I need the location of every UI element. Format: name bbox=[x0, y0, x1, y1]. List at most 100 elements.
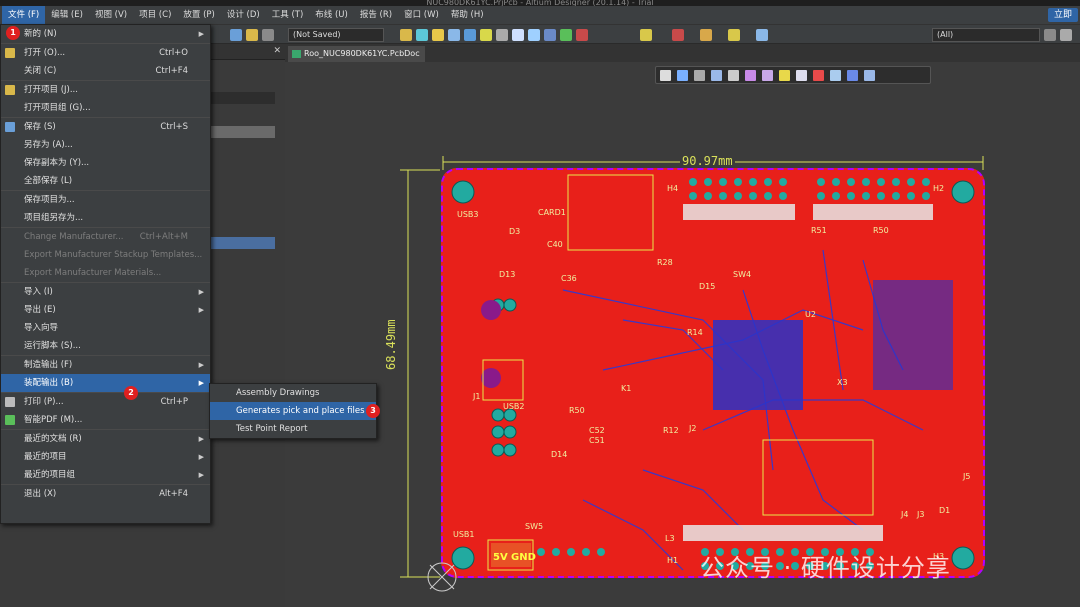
label-u2: U2 bbox=[805, 310, 816, 319]
project-folder-icon bbox=[5, 85, 15, 95]
menu-item-assembly-outputs[interactable]: 装配输出 (B) ▶ bbox=[1, 374, 210, 392]
component-icon[interactable] bbox=[560, 29, 572, 41]
label-card1: CARD1 bbox=[538, 208, 566, 217]
close-icon[interactable]: ✕ bbox=[273, 46, 281, 56]
image-icon[interactable] bbox=[544, 29, 556, 41]
menu-project[interactable]: 项目 (C) bbox=[133, 6, 177, 24]
menu-item-save-project-group-as[interactable]: 项目组另存为... bbox=[1, 209, 210, 227]
label-d3: D3 bbox=[509, 227, 521, 236]
menu-item-save-copy-as[interactable]: 保存副本为 (Y)... bbox=[1, 154, 210, 172]
menu-help[interactable]: 帮助 (H) bbox=[445, 6, 490, 24]
tab-pcbdoc[interactable]: Roo_NUC980DK61YC.PcbDoc bbox=[288, 46, 425, 62]
menu-item-recent-projects[interactable]: 最近的项目 ▶ bbox=[1, 448, 210, 466]
menu-item-save-as[interactable]: 另存为 (A)... bbox=[1, 136, 210, 154]
select-area-icon[interactable] bbox=[711, 69, 722, 81]
arc-icon[interactable] bbox=[496, 29, 508, 41]
menu-design[interactable]: 设计 (D) bbox=[221, 6, 266, 24]
label-x3: X3 bbox=[837, 378, 848, 387]
menu-item-save-project-as[interactable]: 保存项目为... bbox=[1, 191, 210, 209]
fill-icon[interactable] bbox=[512, 29, 524, 41]
menu-view[interactable]: 视图 (V) bbox=[89, 6, 133, 24]
label-usb2: USB2 bbox=[503, 402, 525, 411]
printer-icon bbox=[5, 397, 15, 407]
label-c40: C40 bbox=[547, 240, 563, 249]
grid-icon[interactable] bbox=[756, 29, 768, 41]
label-h2: H2 bbox=[933, 184, 945, 193]
undo-icon[interactable] bbox=[262, 29, 274, 41]
filter-options-icon[interactable] bbox=[1044, 29, 1056, 41]
key-icon[interactable] bbox=[480, 29, 492, 41]
menu-item-test-point-report[interactable]: Test Point Report bbox=[210, 420, 376, 438]
menu-route[interactable]: 布线 (U) bbox=[309, 6, 354, 24]
menu-item-export[interactable]: 导出 (E) ▶ bbox=[1, 301, 210, 319]
label-c36: C36 bbox=[561, 274, 577, 283]
component-place-icon[interactable] bbox=[728, 69, 739, 81]
menu-item-pick-and-place[interactable]: Generates pick and place files bbox=[210, 402, 376, 420]
menu-item-recent-project-groups[interactable]: 最近的项目组 ▶ bbox=[1, 466, 210, 484]
via-place-icon[interactable] bbox=[779, 69, 790, 81]
line-icon[interactable] bbox=[864, 69, 875, 81]
menu-item-smart-pdf[interactable]: 智能PDF (M)... bbox=[1, 411, 210, 429]
menu-item-run-script[interactable]: 运行脚本 (S)... bbox=[1, 337, 210, 355]
align-icon[interactable] bbox=[640, 29, 652, 41]
menu-item-fabrication-outputs[interactable]: 制造输出 (F) ▶ bbox=[1, 356, 210, 374]
keepout-icon[interactable] bbox=[813, 69, 824, 81]
panel-search[interactable] bbox=[210, 92, 275, 104]
label-r14: R14 bbox=[687, 328, 703, 337]
label-r51: R51 bbox=[811, 226, 827, 235]
label-gnd: GND bbox=[511, 552, 536, 563]
menu-file[interactable]: 文件 (F) bbox=[2, 6, 46, 24]
menu-item-save-all[interactable]: 全部保存 (L) bbox=[1, 172, 210, 190]
layer-icon[interactable] bbox=[728, 29, 740, 41]
via-icon[interactable] bbox=[464, 29, 476, 41]
label-r12: R12 bbox=[663, 426, 679, 435]
menu-tools[interactable]: 工具 (T) bbox=[266, 6, 310, 24]
menu-item-assembly-drawings[interactable]: Assembly Drawings bbox=[210, 384, 376, 402]
filter-select[interactable]: (All) bbox=[932, 28, 1040, 42]
menu-item-new[interactable]: 新的 (N) ▶ bbox=[1, 25, 210, 43]
menu-item-open-project-group[interactable]: 打开项目组 (G)... bbox=[1, 99, 210, 117]
menu-place[interactable]: 放置 (P) bbox=[177, 6, 220, 24]
panel-item[interactable] bbox=[210, 126, 275, 138]
region-icon[interactable] bbox=[528, 29, 540, 41]
select-icon[interactable] bbox=[416, 29, 428, 41]
menu-item-close[interactable]: 关闭 (C) Ctrl+F4 bbox=[1, 62, 210, 80]
new-doc-icon[interactable] bbox=[230, 29, 242, 41]
menu-edit[interactable]: 编辑 (E) bbox=[45, 6, 89, 24]
diff-pair-icon[interactable] bbox=[745, 69, 756, 81]
submenu-arrow-icon: ▶ bbox=[198, 361, 204, 369]
menu-item-open-project[interactable]: 打开项目 (J)... bbox=[1, 81, 210, 99]
place-icon[interactable] bbox=[432, 29, 444, 41]
menu-reports[interactable]: 报告 (R) bbox=[354, 6, 398, 24]
route-icon[interactable] bbox=[400, 29, 412, 41]
menu-item-save[interactable]: 保存 (S) Ctrl+S bbox=[1, 118, 210, 136]
filter-icon[interactable] bbox=[660, 69, 671, 81]
menu-item-import-wizard[interactable]: 导入向导 bbox=[1, 319, 210, 337]
string-icon[interactable] bbox=[847, 69, 858, 81]
interactive-route-icon[interactable] bbox=[677, 69, 688, 81]
menu-window[interactable]: 窗口 (W) bbox=[398, 6, 445, 24]
pcb-board[interactable]: USB3 CARD1 H4 H2 D3 D13 C40 C36 J1 USB2 … bbox=[441, 168, 985, 578]
menu-item-recent-docs[interactable]: 最近的文档 (R) ▶ bbox=[1, 430, 210, 448]
crosshair-icon[interactable] bbox=[694, 69, 705, 81]
label-r50: R50 bbox=[569, 406, 585, 415]
dimension-icon[interactable] bbox=[830, 69, 841, 81]
drc-icon[interactable] bbox=[576, 29, 588, 41]
menu-item-open[interactable]: 打开 (O)... Ctrl+O bbox=[1, 44, 210, 62]
panel-toggle-icon[interactable] bbox=[1060, 29, 1072, 41]
open-folder-icon[interactable] bbox=[246, 29, 258, 41]
menu-item-exit[interactable]: 退出 (X) Alt+F4 bbox=[1, 485, 210, 503]
right-action-button[interactable]: 立即 bbox=[1047, 8, 1078, 22]
text-icon[interactable] bbox=[448, 29, 460, 41]
menu-item-import[interactable]: 导入 (I) ▶ bbox=[1, 283, 210, 301]
label-k1: K1 bbox=[621, 384, 632, 393]
menu-item-print[interactable]: 打印 (P)... Ctrl+P bbox=[1, 393, 210, 411]
assembly-outputs-submenu: Assembly Drawings Generates pick and pla… bbox=[209, 383, 377, 439]
label-c51: C51 bbox=[589, 436, 605, 445]
label-j2: J2 bbox=[689, 424, 697, 433]
panel-item-selected[interactable] bbox=[210, 237, 275, 249]
tune-icon[interactable] bbox=[762, 69, 773, 81]
distribute-icon[interactable] bbox=[700, 29, 712, 41]
fill-place-icon[interactable] bbox=[796, 69, 807, 81]
pin-icon[interactable] bbox=[672, 29, 684, 41]
